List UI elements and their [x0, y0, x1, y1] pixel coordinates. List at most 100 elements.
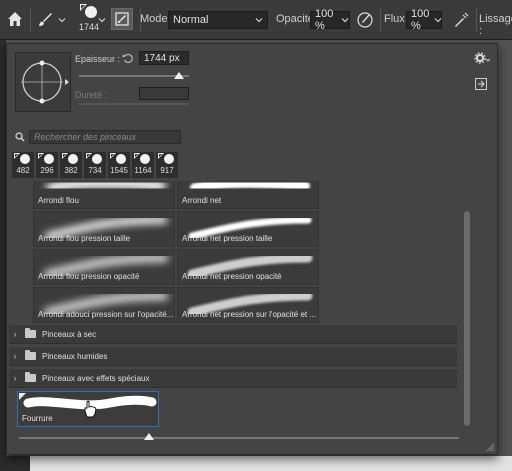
thickness-slider[interactable]: [79, 75, 189, 77]
mode-value: Normal: [173, 14, 209, 26]
brush-icon: [39, 13, 52, 26]
brush-name: Arrondi flou: [38, 196, 79, 205]
brush-size: 734: [88, 166, 102, 175]
brush-preset-item[interactable]: Arrondi adouci pression sur l'opacité...: [33, 287, 175, 323]
chevron-down-icon: [58, 18, 66, 23]
brush-folder[interactable]: › Pinceaux à sec: [9, 324, 457, 344]
airbrush-icon: [455, 12, 469, 27]
gear-icon[interactable]: [474, 52, 490, 64]
separator: [30, 8, 31, 32]
scrollbar-thumb[interactable]: [464, 211, 470, 426]
recent-brush[interactable]: 1545: [108, 152, 130, 178]
folder-name: Pinceaux humides: [42, 351, 108, 361]
airbrush-button[interactable]: [450, 9, 472, 31]
brush-name: Arrondi adouci pression sur l'opacité...: [38, 310, 174, 319]
recent-brush[interactable]: 382: [60, 152, 82, 178]
folder-icon: [25, 350, 36, 360]
canvas-area: [0, 456, 512, 471]
thickness-input[interactable]: 1744 px: [139, 51, 189, 65]
brush-preset-item[interactable]: Arrondi flou pression opacité: [33, 249, 175, 285]
brush-preset-panel: Epaisseur : 1744 px Dureté : Rechercher …: [6, 43, 498, 455]
folder-icon: [25, 372, 36, 382]
brush-preset-item-selected[interactable]: Fourrure: [17, 391, 159, 427]
recent-brush[interactable]: 1164: [132, 152, 154, 178]
separator: [476, 8, 477, 32]
pressure-opacity-button[interactable]: [354, 9, 376, 31]
brush-size: 382: [64, 166, 78, 175]
brush-name: Arrondi net pression taille: [182, 234, 273, 243]
options-bar: 1744 Mode : Normal Opacité : 100 % Flux …: [0, 0, 512, 40]
canvas-edge: [499, 40, 512, 456]
thumbnail-size-slider[interactable]: [19, 437, 459, 439]
recent-brush[interactable]: 482: [12, 152, 34, 178]
chevron-down-icon: [255, 18, 263, 23]
pen-pressure-icon: [357, 12, 373, 28]
brush-name: Arrondi net pression sur l'opacité et ..…: [182, 310, 317, 319]
chevron-right-icon[interactable]: ›: [9, 329, 21, 339]
brush-size: 296: [40, 166, 54, 175]
brush-tip-icon: [134, 153, 150, 164]
search-icon: [15, 132, 25, 142]
chevron-down-icon[interactable]: [341, 16, 349, 24]
recent-brush[interactable]: 917: [156, 152, 178, 178]
brush-list-scrollbar[interactable]: [462, 181, 472, 431]
mode-select[interactable]: Normal: [168, 11, 268, 29]
brush-size: 1164: [134, 166, 152, 175]
brush-name: Arrondi flou pression opacité: [38, 272, 140, 281]
brush-folder[interactable]: › Pinceaux avec effets spéciaux: [9, 368, 457, 388]
folder-name: Pinceaux avec effets spéciaux: [42, 373, 150, 383]
brush-preset-item[interactable]: Arrondi net pression taille: [177, 211, 319, 247]
brush-name: Arrondi net: [182, 196, 222, 205]
brush-tip-icon: [110, 153, 126, 164]
brush-preset-item[interactable]: Arrondi flou: [33, 181, 175, 209]
recent-brush[interactable]: 296: [36, 152, 58, 178]
brush-preset-item[interactable]: Arrondi flou pression taille: [33, 211, 175, 247]
brush-name: Fourrure: [22, 414, 53, 423]
chevron-down-icon[interactable]: [98, 16, 106, 24]
reset-icon[interactable]: [122, 52, 134, 64]
folder-icon: [25, 328, 36, 338]
brush-tip-icon: [38, 153, 54, 164]
folder-name: Pinceaux à sec: [42, 329, 97, 339]
brush-tip-icon: [86, 153, 102, 164]
brush-size: 482: [16, 166, 30, 175]
brush-tool-preset[interactable]: [36, 9, 66, 31]
hardness-input: [139, 87, 189, 100]
brush-tip-icon: [80, 4, 97, 18]
brush-search-input[interactable]: Rechercher des pinceaux: [29, 130, 181, 144]
recent-brushes: 482 296 382 734 1545 1164 917: [12, 152, 178, 178]
brush-angle-preview[interactable]: [15, 52, 71, 112]
smoothing-label: Lissage :: [479, 13, 512, 37]
slider-thumb-icon[interactable]: [144, 433, 154, 441]
brush-size-value: 1744: [78, 22, 100, 32]
hand-cursor-icon: [84, 400, 97, 418]
brush-tip-icon: [14, 153, 30, 164]
thickness-label: Epaisseur :: [75, 54, 121, 64]
brush-list: Arrondi flou Arrondi net Arrondi flou pres…: [9, 181, 457, 431]
brush-name: Arrondi flou pression taille: [38, 234, 131, 243]
home-button[interactable]: [4, 8, 26, 30]
separator: [380, 8, 381, 32]
brush-preset-item[interactable]: Arrondi net: [177, 181, 319, 209]
new-preset-icon[interactable]: [475, 78, 487, 90]
brush-name: Arrondi net pression opacité: [182, 272, 282, 281]
slider-thumb-icon[interactable]: [174, 72, 184, 80]
hardness-label: Dureté :: [75, 90, 108, 100]
recent-brush[interactable]: 734: [84, 152, 106, 178]
hardness-slider: [79, 103, 189, 105]
brush-settings-toggle[interactable]: [111, 8, 133, 30]
brush-angle-icon: [21, 60, 69, 104]
brush-panel-icon: [115, 12, 129, 26]
resize-grip-icon[interactable]: [485, 442, 495, 452]
chevron-down-icon[interactable]: [434, 16, 442, 24]
canvas-document: [30, 456, 512, 471]
brush-tip-icon: [158, 153, 174, 164]
brush-size: 917: [160, 166, 174, 175]
home-icon: [8, 12, 22, 26]
brush-preset-item[interactable]: Arrondi net pression sur l'opacité et ..…: [177, 287, 319, 323]
chevron-right-icon[interactable]: ›: [9, 373, 21, 383]
chevron-right-icon[interactable]: ›: [9, 351, 21, 361]
brush-folder[interactable]: › Pinceaux humides: [9, 346, 457, 366]
brush-tip-icon: [62, 153, 78, 164]
brush-preset-item[interactable]: Arrondi net pression opacité: [177, 249, 319, 285]
